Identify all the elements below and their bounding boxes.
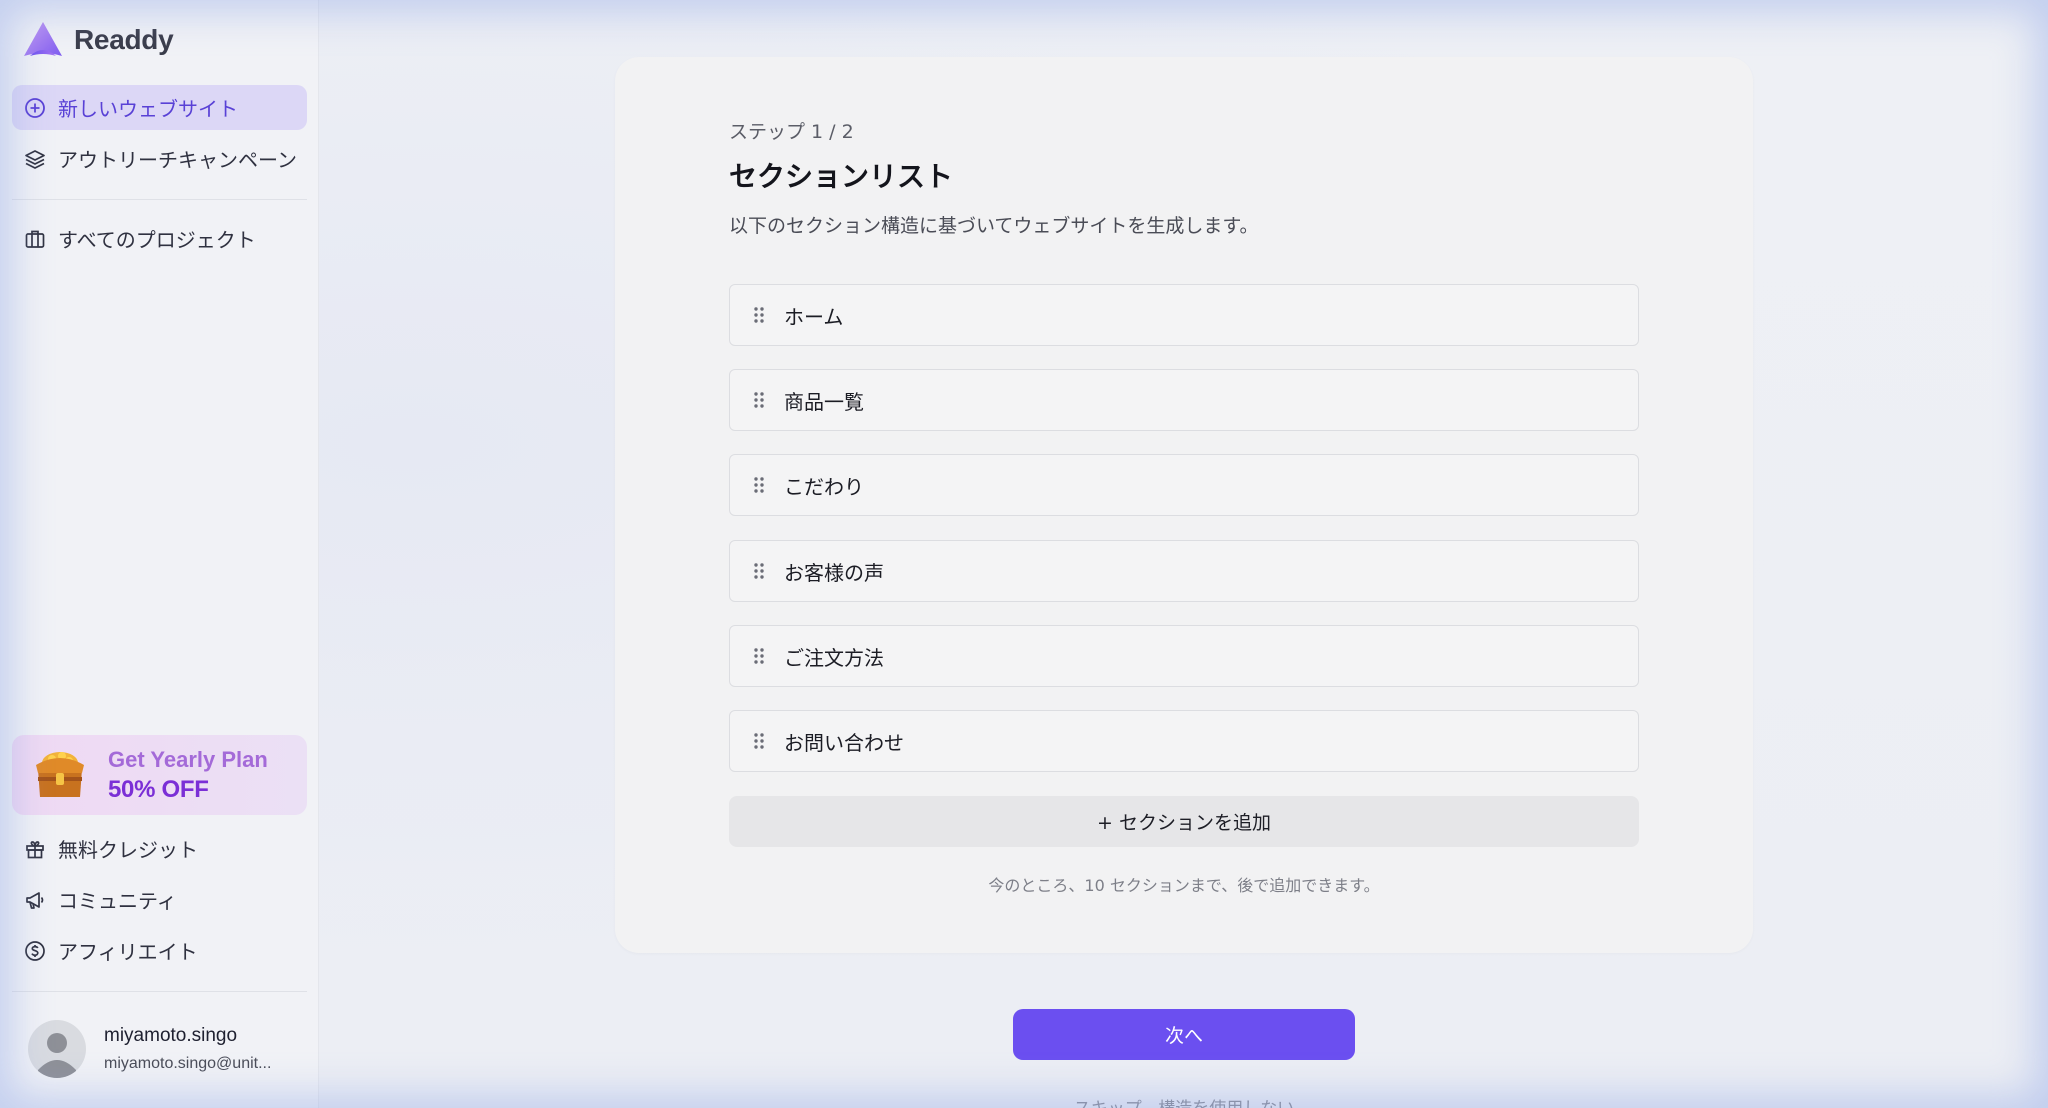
section-label[interactable]: お客様の声 xyxy=(784,557,884,586)
yearly-plan-promo[interactable]: Get Yearly Plan 50% OFF xyxy=(12,735,307,815)
section-limit-note: 今のところ、10 セクションまで、後で追加できます。 xyxy=(988,876,1380,895)
treasure-chest-icon xyxy=(36,752,84,797)
next-button[interactable]: 次へ xyxy=(1013,1009,1355,1060)
section-item-products[interactable]: 商品一覧 xyxy=(729,369,1639,431)
page-title: セクションリスト xyxy=(729,160,954,193)
promo-discount: 50% OFF xyxy=(108,776,209,803)
skip-structure-link[interactable]: スキップ、構造を使用しない xyxy=(1013,1094,1355,1108)
drag-handle-icon[interactable] xyxy=(752,476,766,494)
section-label[interactable]: こだわり xyxy=(784,471,864,500)
section-label[interactable]: 商品一覧 xyxy=(784,386,864,415)
section-label[interactable]: お問い合わせ xyxy=(784,727,904,756)
sidebar-item-label: コミュニティ xyxy=(58,889,177,913)
logo[interactable]: Readdy xyxy=(22,20,174,60)
step-indicator: ステップ 1 / 2 xyxy=(729,121,854,143)
sidebar-item-label: すべてのプロジェクト xyxy=(58,228,256,252)
app-window: Readdy 新しいウェブサイト アウトリーチキャンペーン すべてのプロジェクト… xyxy=(0,0,2048,1108)
sidebar-divider xyxy=(12,199,307,200)
sidebar-item-new-website[interactable]: 新しいウェブサイト xyxy=(12,85,307,130)
sidebar: Readdy 新しいウェブサイト アウトリーチキャンペーン すべてのプロジェクト… xyxy=(0,0,319,1108)
megaphone-icon xyxy=(23,888,47,912)
app-name: Readdy xyxy=(74,24,174,55)
user-email: miyamoto.singo@unit... xyxy=(104,1055,272,1072)
section-item-commitment[interactable]: こだわり xyxy=(729,454,1639,516)
add-section-button[interactable]: + セクションを追加 xyxy=(729,796,1639,847)
layers-icon xyxy=(23,147,47,171)
section-item-home[interactable]: ホーム xyxy=(729,284,1639,346)
section-item-testimonials[interactable]: お客様の声 xyxy=(729,540,1639,602)
section-label[interactable]: ホーム xyxy=(784,301,843,330)
avatar xyxy=(28,1020,86,1078)
drag-handle-icon[interactable] xyxy=(752,732,766,750)
sidebar-item-community[interactable]: コミュニティ xyxy=(12,877,307,922)
briefcase-icon xyxy=(23,227,47,251)
user-name: miyamoto.singo xyxy=(104,1025,238,1046)
section-item-contact[interactable]: お問い合わせ xyxy=(729,710,1639,772)
promo-headline: Get Yearly Plan xyxy=(108,747,268,772)
dollar-circle-icon xyxy=(23,939,47,963)
drag-handle-icon[interactable] xyxy=(752,391,766,409)
sidebar-item-label: 新しいウェブサイト xyxy=(58,97,238,121)
drag-handle-icon[interactable] xyxy=(752,306,766,324)
sidebar-divider xyxy=(12,991,307,992)
page-subtitle: 以下のセクション構造に基づいてウェブサイトを生成します。 xyxy=(729,215,1259,237)
readdy-logo-icon xyxy=(24,22,62,56)
section-label[interactable]: ご注文方法 xyxy=(784,642,884,671)
user-profile[interactable]: miyamoto.singo miyamoto.singo@unit... xyxy=(28,1020,271,1078)
gift-icon xyxy=(23,837,47,861)
section-item-how-to-order[interactable]: ご注文方法 xyxy=(729,625,1639,687)
sidebar-item-outreach-campaign[interactable]: アウトリーチキャンペーン xyxy=(12,136,307,181)
sidebar-item-label: アウトリーチキャンペーン xyxy=(58,148,297,172)
sidebar-item-all-projects[interactable]: すべてのプロジェクト xyxy=(12,216,307,261)
sidebar-item-label: 無料クレジット xyxy=(58,838,198,862)
drag-handle-icon[interactable] xyxy=(752,647,766,665)
plus-circle-icon xyxy=(23,96,47,120)
drag-handle-icon[interactable] xyxy=(752,562,766,580)
section-list-card: ステップ 1 / 2 セクションリスト 以下のセクション構造に基づいてウェブサイ… xyxy=(615,57,1753,953)
sidebar-item-free-credits[interactable]: 無料クレジット xyxy=(12,826,307,871)
sidebar-item-affiliate[interactable]: アフィリエイト xyxy=(12,928,307,973)
sidebar-item-label: アフィリエイト xyxy=(58,940,198,964)
